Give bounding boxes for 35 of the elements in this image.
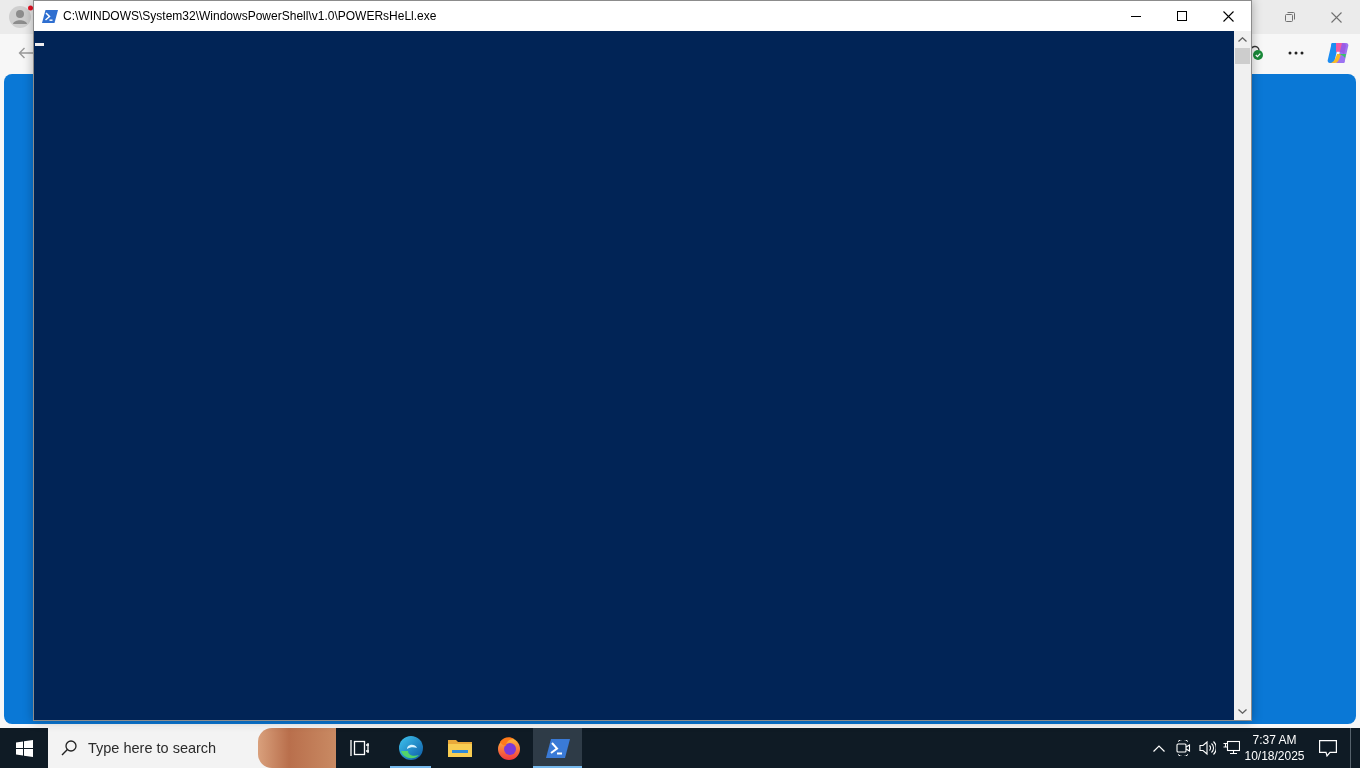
close-icon (1222, 10, 1234, 22)
colorful-logo-icon (1327, 42, 1349, 64)
close-icon (1330, 11, 1342, 23)
clock-date: 10/18/2025 (1244, 748, 1305, 764)
text-cursor-icon (35, 43, 44, 46)
scrollbar-thumb[interactable] (1235, 48, 1250, 64)
speaker-icon (1198, 740, 1216, 756)
restore-icon (1285, 12, 1295, 22)
wired-network-icon (1222, 740, 1240, 756)
taskbar-app-button[interactable] (533, 728, 582, 768)
speech-bubble-icon (1319, 739, 1337, 757)
flame-globe-icon (496, 736, 521, 760)
maximize-icon (1177, 11, 1187, 21)
back-arrow-icon[interactable] (18, 47, 33, 59)
search-icon (61, 740, 77, 756)
clock-time: 7:37 AM (1252, 732, 1297, 748)
terminal-prompt-icon (545, 738, 570, 758)
terminal-prompt-icon (42, 9, 58, 23)
swirl-icon (398, 736, 423, 760)
chevron-down-icon (1238, 709, 1247, 714)
task-view-icon (350, 739, 370, 757)
window-title: C:\WINDOWS\System32\WindowsPowerShell\v1.0\POWERsHeLl.exe (63, 9, 437, 23)
camera-icon (1175, 740, 1191, 756)
vertical-scrollbar[interactable] (1234, 31, 1251, 720)
running-indicator (533, 766, 582, 768)
search-field[interactable]: Type here to search (88, 737, 258, 759)
chevron-up-icon (1238, 37, 1247, 42)
minimize-icon (1131, 15, 1141, 17)
running-indicator (390, 766, 431, 768)
chevron-up-icon (1153, 744, 1165, 752)
start-logo-icon (15, 739, 33, 757)
profile-avatar-icon[interactable] (8, 4, 33, 30)
more-dots-icon (1288, 51, 1304, 55)
folder-icon (447, 738, 472, 758)
search-bar[interactable]: Type here to search (48, 728, 336, 768)
